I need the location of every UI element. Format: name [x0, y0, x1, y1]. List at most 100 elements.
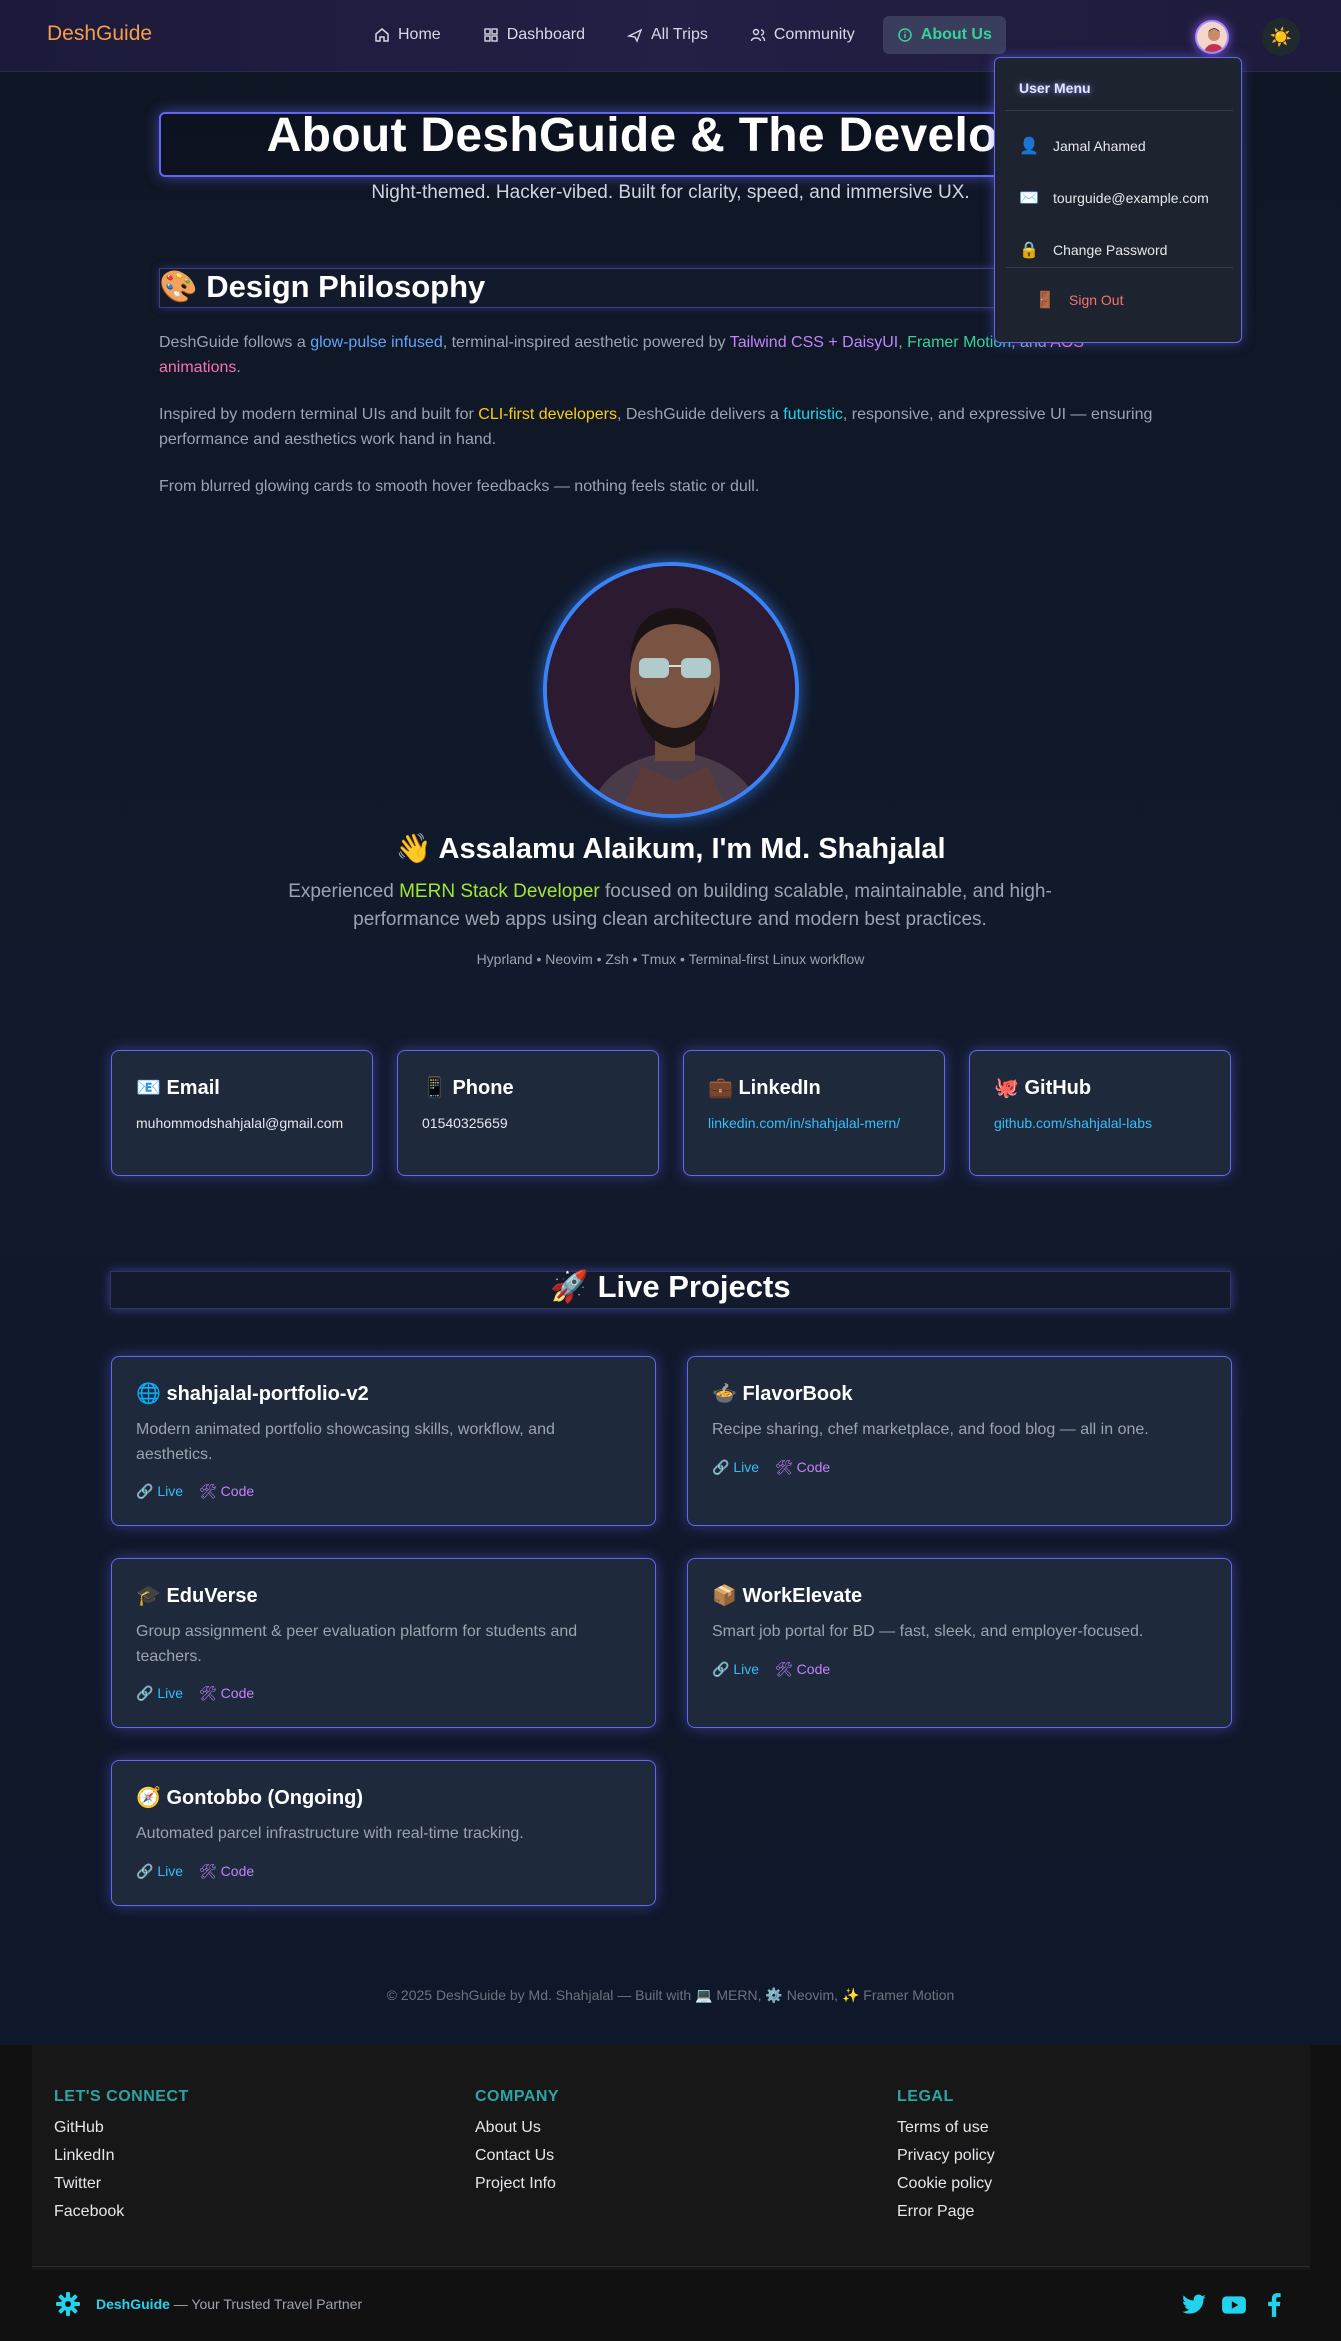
- twitter-icon[interactable]: [1181, 2292, 1207, 2318]
- user-avatar-button[interactable]: [1195, 20, 1229, 54]
- user-menu-title: User Menu: [1019, 80, 1091, 96]
- theme-toggle-button[interactable]: ☀️: [1262, 18, 1300, 56]
- sign-out-label: Sign Out: [1069, 292, 1124, 308]
- contact-card-phone: 📱 Phone 01540325659: [397, 1050, 659, 1176]
- nav-community[interactable]: Community: [736, 16, 869, 54]
- footer-link-contact[interactable]: Contact Us: [475, 2147, 554, 2165]
- contact-title: 💼 LinkedIn: [708, 1077, 821, 1099]
- nav-links: Home Dashboard All Trips Community About…: [360, 16, 1006, 54]
- project-links: 🔗 Live 🛠 Code: [712, 1661, 830, 1678]
- footer-brand: DeshGuide — Your Trusted Travel Partner: [96, 2296, 362, 2312]
- project-card: 🎓 EduVerse Group assignment & peer evalu…: [111, 1558, 656, 1728]
- contact-title: 📱 Phone: [422, 1077, 514, 1099]
- linkedin-link[interactable]: linkedin.com/in/shahjalal-mern/: [708, 1113, 924, 1133]
- nav-home-label: Home: [398, 26, 441, 43]
- live-link[interactable]: 🔗 Live: [136, 1483, 183, 1500]
- footer-link-privacy[interactable]: Privacy policy: [897, 2147, 995, 2165]
- code-link[interactable]: 🛠 Code: [775, 1459, 830, 1476]
- gear-logo-icon: [56, 2292, 80, 2316]
- live-link[interactable]: 🔗 Live: [712, 1661, 759, 1678]
- menu-divider: [1005, 267, 1233, 268]
- menu-divider: [1005, 110, 1233, 111]
- projects-title: 🚀 Live Projects: [550, 1269, 791, 1304]
- project-title: 🧭 Gontobbo (Ongoing): [136, 1787, 364, 1809]
- philosophy-paragraph-3: From blurred glowing cards to smooth hov…: [159, 478, 760, 495]
- code-link[interactable]: 🛠 Code: [199, 1863, 254, 1880]
- live-link[interactable]: 🔗 Live: [712, 1459, 759, 1476]
- highlight: glow-pulse infused: [310, 334, 443, 351]
- footer-links-panel: [32, 2045, 1310, 2270]
- text: Experienced: [288, 881, 400, 902]
- contact-title: 🐙 GitHub: [994, 1077, 1092, 1099]
- footer-link-project-info[interactable]: Project Info: [475, 2175, 556, 2193]
- door-icon: 🚪: [1035, 292, 1055, 309]
- footer-link-linkedin[interactable]: LinkedIn: [54, 2147, 115, 2165]
- project-title: 🎓 EduVerse: [136, 1585, 258, 1607]
- workflow-stack: Hyprland • Neovim • Zsh • Tmux • Termina…: [476, 951, 865, 967]
- project-description: Recipe sharing, chef marketplace, and fo…: [712, 1421, 1149, 1438]
- nav-about-us-label: About Us: [920, 26, 992, 43]
- highlight: MERN Stack Developer: [399, 881, 600, 902]
- avatar-image: [1197, 22, 1227, 52]
- text: ,: [898, 334, 908, 351]
- home-icon: [375, 28, 389, 42]
- developer-photo: [543, 562, 799, 818]
- github-link[interactable]: github.com/shahjalal-labs: [994, 1113, 1210, 1133]
- project-links: 🔗 Live 🛠 Code: [136, 1483, 254, 1500]
- change-password-label: Change Password: [1053, 242, 1168, 258]
- highlight: Tailwind CSS + DaisyUI: [729, 334, 899, 351]
- footer-tagline: — Your Trusted Travel Partner: [169, 2296, 363, 2312]
- text: DeshGuide follows a: [159, 334, 311, 351]
- project-links: 🔗 Live 🛠 Code: [136, 1863, 254, 1880]
- project-card: 🧭 Gontobbo (Ongoing) Automated parcel in…: [111, 1760, 656, 1906]
- text: , terminal-inspired aesthetic powered by: [442, 334, 730, 351]
- contact-value: 01540325659: [422, 1115, 508, 1131]
- live-link[interactable]: 🔗 Live: [136, 1863, 183, 1880]
- footer-link-about[interactable]: About Us: [475, 2119, 541, 2137]
- contact-card-email: 📧 Email muhommodshahjalal@gmail.com: [111, 1050, 373, 1176]
- footer-link-github[interactable]: GitHub: [54, 2119, 104, 2137]
- footer-brand-name[interactable]: DeshGuide: [96, 2296, 170, 2312]
- live-link[interactable]: 🔗 Live: [136, 1685, 183, 1702]
- philosophy-title: 🎨 Design Philosophy: [159, 269, 486, 304]
- code-link[interactable]: 🛠 Code: [775, 1661, 830, 1678]
- project-description: Group assignment & peer evaluation platf…: [136, 1623, 578, 1665]
- text: .: [236, 359, 241, 376]
- text: , DeshGuide delivers a: [616, 406, 784, 423]
- footer-link-facebook[interactable]: Facebook: [54, 2203, 124, 2221]
- contact-title: 📧 Email: [136, 1077, 220, 1099]
- menu-user-email: ✉️ tourguide@example.com: [1019, 188, 1209, 208]
- copyright-text: © 2025 DeshGuide by Md. Shahjalal — Buil…: [386, 1987, 955, 2003]
- contact-card-github: 🐙 GitHub github.com/shahjalal-labs: [969, 1050, 1231, 1176]
- project-description: Automated parcel infrastructure with rea…: [136, 1825, 524, 1842]
- nav-about-us[interactable]: About Us: [882, 16, 1006, 54]
- youtube-icon[interactable]: [1221, 2292, 1247, 2318]
- brand-logo[interactable]: DeshGuide: [47, 22, 152, 46]
- user-icon: 👤: [1019, 138, 1039, 155]
- project-links: 🔗 Live 🛠 Code: [136, 1685, 254, 1702]
- footer-link-error[interactable]: Error Page: [897, 2203, 974, 2221]
- footer-link-twitter[interactable]: Twitter: [54, 2175, 101, 2193]
- nav-dashboard[interactable]: Dashboard: [469, 16, 599, 54]
- developer-greeting: 👋 Assalamu Alaikum, I'm Md. Shahjalal: [395, 833, 946, 865]
- nav-community-label: Community: [773, 26, 855, 43]
- project-card: 📦 WorkElevate Smart job portal for BD — …: [687, 1558, 1232, 1728]
- facebook-icon[interactable]: [1261, 2292, 1287, 2318]
- contact-card-linkedin: 💼 LinkedIn linkedin.com/in/shahjalal-mer…: [683, 1050, 945, 1176]
- nav-home[interactable]: Home: [360, 16, 455, 54]
- user-email-text: tourguide@example.com: [1053, 190, 1209, 206]
- dashboard-icon: [483, 28, 498, 42]
- nav-all-trips-label: All Trips: [650, 26, 708, 43]
- footer-link-cookie[interactable]: Cookie policy: [897, 2175, 992, 2193]
- nav-all-trips[interactable]: All Trips: [613, 16, 722, 54]
- users-icon: [750, 28, 766, 42]
- code-link[interactable]: 🛠 Code: [199, 1685, 254, 1702]
- user-menu-dropdown: User Menu 👤 Jamal Ahamed ✉️ tourguide@ex…: [994, 57, 1242, 343]
- menu-sign-out[interactable]: 🚪 Sign Out: [1035, 290, 1123, 310]
- menu-change-password[interactable]: 🔒 Change Password: [1019, 240, 1167, 260]
- contact-value: muhommodshahjalal@gmail.com: [136, 1115, 344, 1131]
- philosophy-paragraph-2: Inspired by modern terminal UIs and buil…: [159, 402, 1169, 452]
- code-link[interactable]: 🛠 Code: [199, 1483, 254, 1500]
- footer-link-terms[interactable]: Terms of use: [897, 2119, 989, 2137]
- text: Inspired by modern terminal UIs and buil…: [159, 406, 479, 423]
